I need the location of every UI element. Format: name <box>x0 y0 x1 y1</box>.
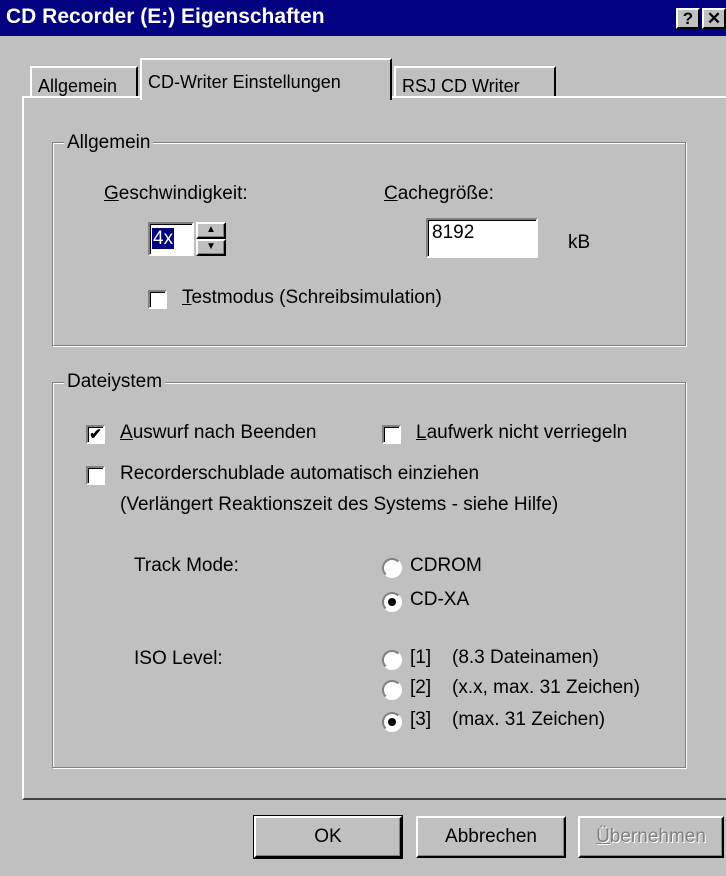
tab-rsj-cd-writer[interactable]: RSJ CD Writer <box>394 66 556 100</box>
apply-button[interactable]: Übernehmen <box>578 816 724 858</box>
iso-level-label: ISO Level: <box>134 648 223 669</box>
radio-cdxa[interactable] <box>382 592 402 612</box>
speed-label: Geschwindigkeit: <box>104 183 248 204</box>
general-group-legend: Allgemein <box>64 132 154 154</box>
cache-label: Cachegröße: <box>384 183 494 204</box>
filesystem-group-legend: Dateiystem <box>64 371 166 393</box>
eject-checkbox[interactable]: ✔ <box>86 425 105 444</box>
eject-label[interactable]: Auswurf nach Beenden <box>120 422 316 444</box>
iso-3-desc[interactable]: (max. 31 Zeichen) <box>452 709 605 731</box>
iso-1-desc[interactable]: (8.3 Dateinamen) <box>452 647 599 669</box>
iso-2-num[interactable]: [2] <box>410 677 431 699</box>
iso-2-desc[interactable]: (x.x, max. 31 Zeichen) <box>452 677 640 699</box>
close-button[interactable]: ✕ <box>702 8 726 29</box>
radio-dot-icon <box>388 718 396 726</box>
cdxa-label[interactable]: CD-XA <box>410 589 469 611</box>
window-title: CD Recorder (E:) Eigenschaften <box>6 5 325 28</box>
iso-3-num[interactable]: [3] <box>410 709 431 731</box>
tray-checkbox[interactable] <box>86 466 105 485</box>
testmode-label[interactable]: Testmodus (Schreibsimulation) <box>182 287 442 309</box>
cache-unit: kB <box>568 232 591 253</box>
tray-label-line2: (Verlängert Reaktionszeit des Systems - … <box>120 494 559 515</box>
nolock-label[interactable]: Laufwerk nicht verriegeln <box>416 422 627 444</box>
speed-spinner[interactable]: ▲ ▼ <box>196 222 226 256</box>
testmode-checkbox[interactable] <box>148 290 167 309</box>
cdrom-label[interactable]: CDROM <box>410 555 482 577</box>
nolock-checkbox[interactable] <box>382 425 401 444</box>
spin-up-icon[interactable]: ▲ <box>196 222 226 239</box>
radio-dot-icon <box>388 598 396 606</box>
speed-value: 4x <box>152 228 175 249</box>
track-mode-label: Track Mode: <box>134 555 239 576</box>
tray-label-line1[interactable]: Recorderschublade automatisch einziehen <box>120 463 479 485</box>
ok-button[interactable]: OK <box>253 815 403 859</box>
help-button[interactable]: ? <box>676 8 700 29</box>
spin-down-icon[interactable]: ▼ <box>196 239 226 256</box>
tab-cd-writer-settings[interactable]: CD-Writer Einstellungen <box>140 58 392 100</box>
radio-iso-1[interactable] <box>382 650 402 670</box>
radio-iso-3[interactable] <box>382 712 402 732</box>
speed-field[interactable]: 4x <box>148 222 194 256</box>
radio-cdrom[interactable] <box>382 558 402 578</box>
checkmark-icon: ✔ <box>89 426 102 443</box>
cache-input[interactable]: 8192 <box>426 218 538 258</box>
tab-allgemein[interactable]: Allgemein <box>30 66 138 100</box>
cancel-button[interactable]: Abbrechen <box>416 816 566 858</box>
radio-iso-2[interactable] <box>382 680 402 700</box>
iso-1-num[interactable]: [1] <box>410 647 431 669</box>
